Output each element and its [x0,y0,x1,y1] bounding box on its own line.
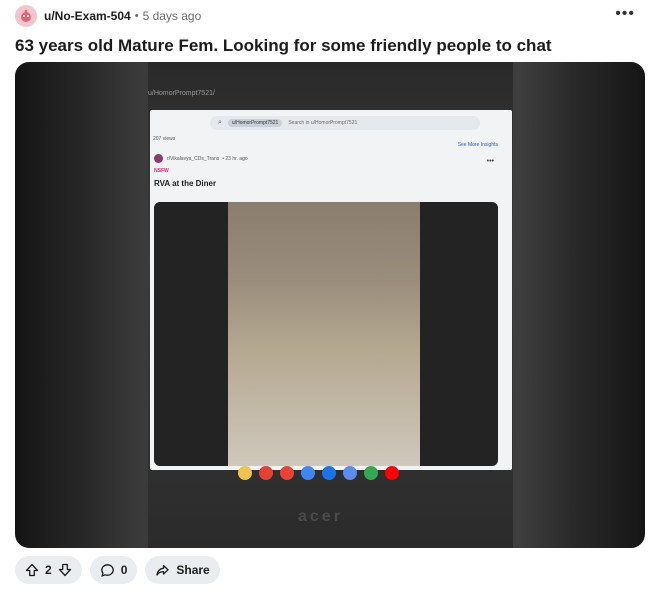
inner-post-title: RVA at the Diner [154,179,217,188]
screen-search-bar: ⌕ u/HomorPrompt7521 Search in u/HomorPro… [210,116,480,130]
search-icon: ⌕ [218,119,222,126]
post-action-bar: 2 0 Share [15,556,220,584]
youtube-icon [385,466,399,480]
inner-more-icon: ••• [486,158,494,165]
files-icon [322,466,336,480]
inner-photo [228,202,420,466]
more-options-icon[interactable]: ••• [615,6,635,22]
laptop-url-text: u/HomorPrompt7521/ [148,90,215,97]
launcher-icon [238,466,252,480]
inner-subreddit: r/Vikalavya_CDs_Trans [167,155,220,162]
share-button[interactable]: Share [145,556,220,584]
inner-post-media [154,202,498,466]
photo-of-laptop-screen: u/HomorPrompt7521/ ⌕ u/HomorPrompt7521 S… [148,62,513,548]
chrome-icon [259,466,273,480]
laptop-taskbar [238,466,399,480]
downvote-button[interactable] [58,563,72,577]
see-more-insights: See More Insights [457,142,498,148]
views-count: 207 views [153,136,176,142]
nsfw-tag: NSFW [154,168,169,174]
search-chip: u/HomorPrompt7521 [227,119,283,127]
inner-time: • 23 hr. ago [222,155,248,162]
upvote-icon [25,563,39,577]
meta-separator: • [134,10,139,22]
avatar[interactable] [15,5,37,27]
gmail-icon [280,466,294,480]
comments-button[interactable]: 0 [89,556,138,584]
subreddit-icon [154,154,163,163]
vote-pill: 2 [15,556,82,584]
post-header: u/No-Exam-504 • 5 days ago ••• [15,4,639,28]
messages-icon [343,466,357,480]
downvote-icon [58,563,71,577]
inner-post-meta: r/Vikalavya_CDs_Trans • 23 hr. ago [154,154,248,163]
app-icon [301,466,315,480]
post-title[interactable]: 63 years old Mature Fem. Looking for som… [15,36,552,56]
search-placeholder: Search in u/HomorPrompt7521 [288,120,358,126]
laptop-brand-logo: acer [298,508,343,525]
meet-icon [364,466,378,480]
share-label: Share [176,563,210,577]
laptop-screen: ⌕ u/HomorPrompt7521 Search in u/HomorPro… [150,110,512,470]
share-icon [156,564,170,576]
post-media[interactable]: u/HomorPrompt7521/ ⌕ u/HomorPrompt7521 S… [15,62,645,548]
snoo-icon [21,9,31,22]
comment-count: 0 [120,563,128,577]
comment-icon [100,563,114,577]
upvote-button[interactable] [25,563,39,577]
vote-count: 2 [45,563,52,577]
post-author[interactable]: u/No-Exam-504 [44,9,131,23]
post-timestamp: 5 days ago [142,9,202,23]
